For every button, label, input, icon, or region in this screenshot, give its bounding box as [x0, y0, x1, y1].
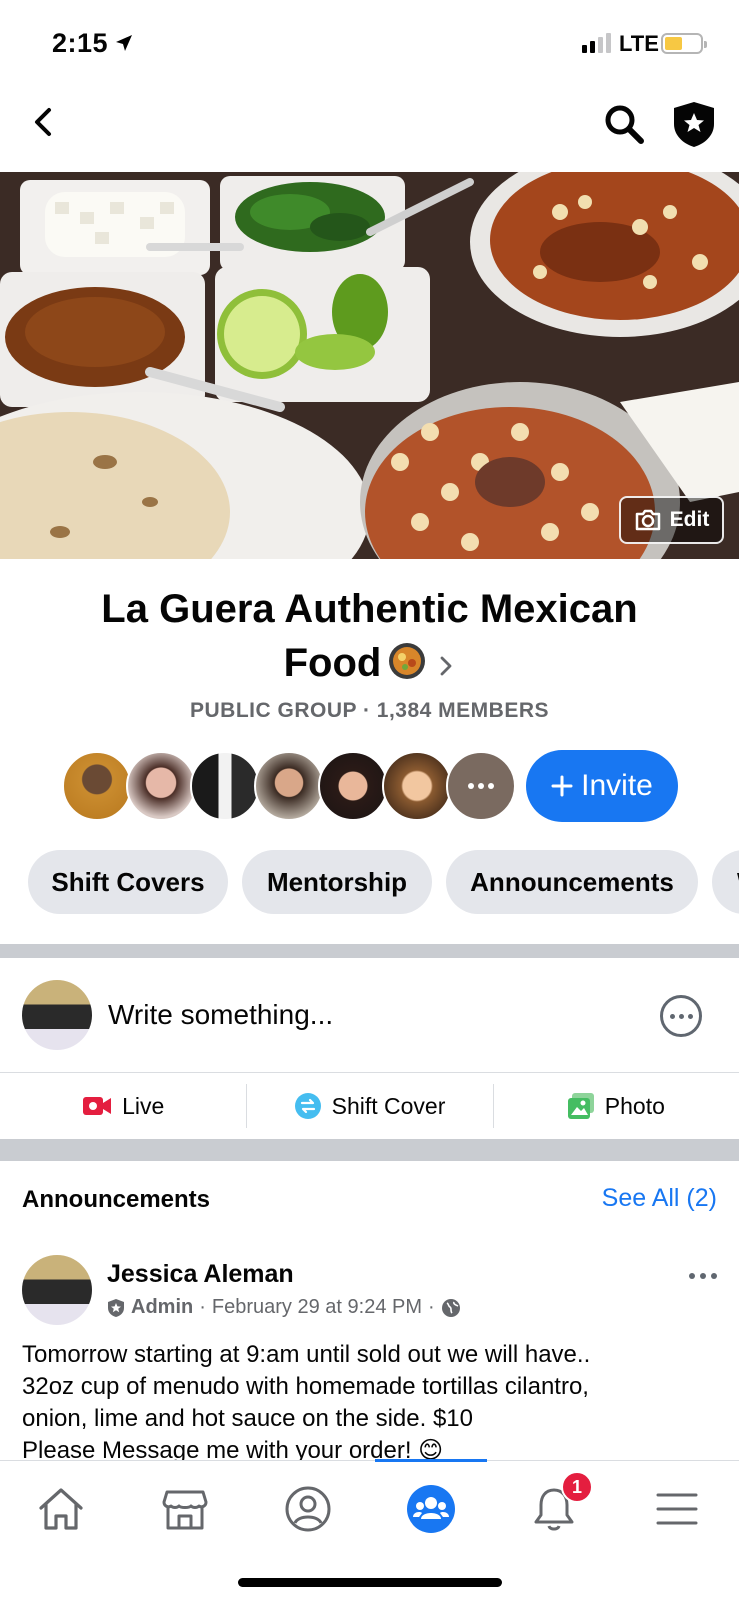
camera-icon — [635, 509, 660, 531]
avatar[interactable] — [190, 751, 260, 821]
avatar[interactable] — [62, 751, 132, 821]
announcements-heading: Announcements — [22, 1186, 211, 1213]
group-name-line2: Food — [283, 641, 382, 685]
admin-shield-icon — [108, 1298, 124, 1317]
shift-cover-button[interactable]: Shift Cover — [246, 1073, 492, 1139]
globe-icon — [441, 1298, 460, 1317]
notification-badge: 1 — [561, 1471, 593, 1503]
marketplace-icon — [162, 1490, 208, 1530]
shift-cover-icon — [294, 1093, 321, 1119]
cover-photo: Edit — [0, 172, 739, 559]
status-time: 2:15 — [52, 28, 109, 58]
menu-icon — [656, 1493, 698, 1525]
post-text-line: Please Message me with your order! 😊 — [22, 1437, 444, 1460]
live-label: Live — [122, 1092, 165, 1119]
post-meta: Admin · February 29 at 9:24 PM · — [107, 1296, 461, 1319]
meta-dot: · — [199, 1296, 206, 1318]
invite-label: Invite — [581, 769, 653, 802]
live-button[interactable]: Live — [0, 1073, 246, 1139]
post-text-line: onion, lime and hot sauce on the side. $… — [22, 1405, 473, 1432]
chevron-right-icon — [440, 656, 452, 676]
announcement-post[interactable]: Jessica Aleman Admin · February 29 at 9:… — [0, 1245, 739, 1460]
live-video-icon — [83, 1097, 112, 1115]
avatar — [22, 980, 92, 1050]
chip-more[interactable]: W — [712, 850, 739, 914]
status-bar: 2:15 LTE — [0, 0, 739, 88]
active-tab-indicator — [375, 1459, 487, 1462]
avatar[interactable] — [318, 751, 388, 821]
group-name-line1: La Guera Authentic Mexican — [101, 587, 638, 631]
avatar[interactable] — [382, 751, 452, 821]
network-type: LTE — [619, 31, 659, 56]
topic-chips: Shift Covers Mentorship Announcements W — [28, 850, 739, 914]
groups-icon — [407, 1485, 455, 1533]
chevron-left-icon[interactable] — [24, 102, 64, 142]
see-all-link[interactable]: See All (2) — [602, 1184, 717, 1213]
edit-cover-label: Edit — [669, 508, 710, 531]
location-arrow-icon — [116, 35, 132, 51]
plus-icon — [551, 775, 573, 797]
pot-of-food-emoji-icon — [389, 643, 426, 679]
top-navigation — [0, 88, 739, 172]
photo-icon — [567, 1093, 594, 1119]
home-indicator — [238, 1578, 502, 1587]
post-role: Admin — [131, 1296, 194, 1318]
avatar[interactable] — [254, 751, 324, 821]
post-more-icon[interactable] — [689, 1273, 717, 1279]
tab-groups[interactable] — [401, 1479, 461, 1539]
post-text: Tomorrow starting at 9:am until sold out… — [22, 1339, 712, 1460]
search-icon[interactable] — [602, 102, 646, 146]
shift-cover-label: Shift Cover — [331, 1092, 446, 1119]
avatar-more[interactable] — [446, 751, 516, 821]
profile-icon — [285, 1486, 331, 1532]
composer-placeholder[interactable]: Write something... — [108, 999, 333, 1031]
post-text-line: Tomorrow starting at 9:am until sold out… — [22, 1341, 591, 1368]
group-privacy-members: PUBLIC GROUP · 1,384 MEMBERS — [189, 699, 549, 722]
battery-icon — [661, 33, 707, 54]
edit-cover-button[interactable]: Edit — [619, 496, 724, 544]
avatar[interactable] — [22, 1255, 92, 1325]
post-author[interactable]: Jessica Aleman — [107, 1260, 294, 1289]
invite-button[interactable]: Invite — [526, 750, 678, 822]
tab-marketplace[interactable] — [155, 1479, 215, 1539]
signal-icon — [582, 33, 611, 53]
section-divider — [0, 1139, 739, 1161]
photo-label: Photo — [604, 1092, 665, 1119]
composer-actions: Live Shift Cover Photo — [0, 1073, 739, 1139]
photo-button[interactable]: Photo — [492, 1073, 739, 1139]
tab-menu[interactable] — [647, 1479, 707, 1539]
avatar[interactable] — [126, 751, 196, 821]
shield-star-icon[interactable] — [672, 100, 716, 148]
section-divider — [0, 944, 739, 958]
meta-dot: · — [428, 1296, 435, 1318]
chip-mentorship[interactable]: Mentorship — [242, 850, 432, 914]
home-icon — [39, 1488, 83, 1530]
tab-profile[interactable] — [278, 1479, 338, 1539]
group-name[interactable]: La Guera Authentic Mexican Food — [40, 582, 699, 690]
post-timestamp[interactable]: February 29 at 9:24 PM — [212, 1296, 422, 1319]
post-composer[interactable]: Write something... — [0, 958, 739, 1072]
tab-home[interactable] — [31, 1479, 91, 1539]
more-options-icon[interactable] — [660, 995, 702, 1037]
post-text-line: 32oz cup of menudo with homemade tortill… — [22, 1373, 589, 1400]
chip-shift-covers[interactable]: Shift Covers — [28, 850, 228, 914]
chip-announcements[interactable]: Announcements — [446, 850, 698, 914]
